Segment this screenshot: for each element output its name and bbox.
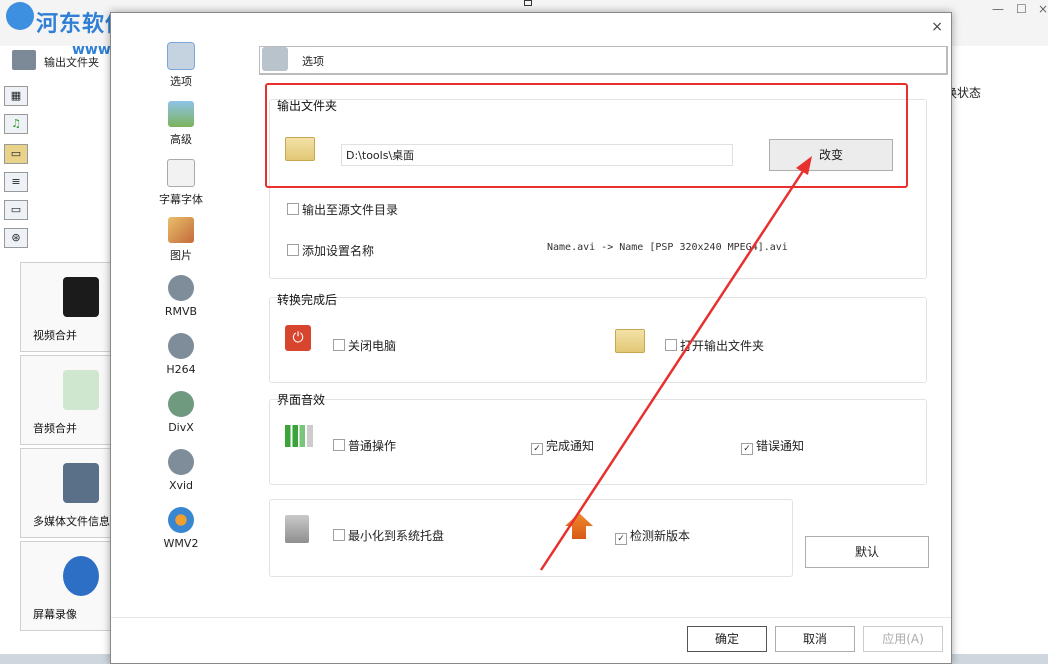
annotation-arrow <box>539 156 812 571</box>
